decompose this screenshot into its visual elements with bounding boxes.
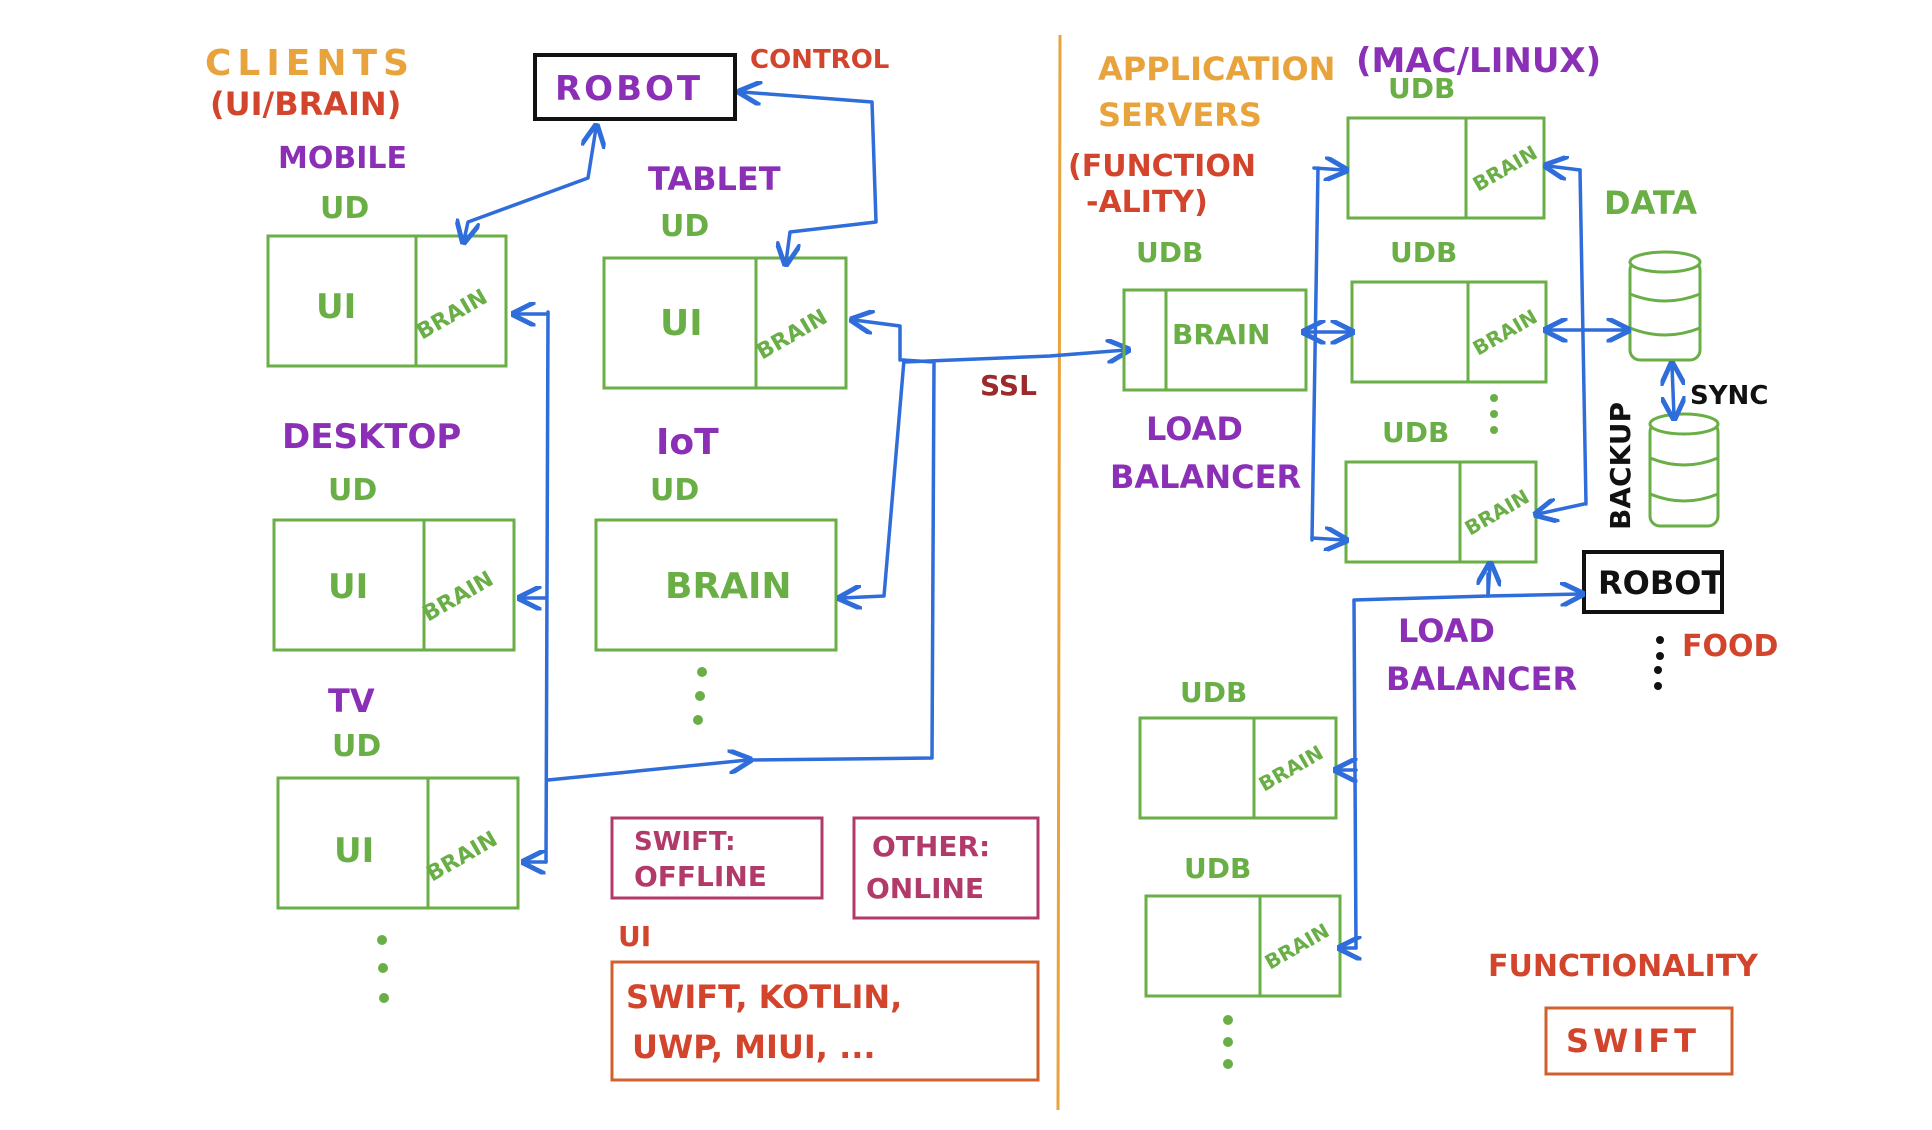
architecture-diagram: CLIENTS (UI/BRAIN) ROBOT CONTROL MOBILE … bbox=[205, 34, 1778, 1111]
lb1-bus bbox=[1310, 166, 1320, 542]
udb5-brain-label: BRAIN bbox=[1261, 918, 1334, 974]
udb3-label: UDB bbox=[1382, 416, 1449, 449]
other-online-line1: OTHER: bbox=[872, 830, 990, 863]
clients-more-dot bbox=[378, 963, 388, 973]
lb1-udb-label: UDB bbox=[1136, 236, 1203, 269]
iot-more-dot bbox=[693, 715, 703, 725]
ssl-arrow bbox=[902, 350, 1126, 362]
robot-label-top: ROBOT bbox=[555, 69, 703, 109]
swift-offline-line1: SWIFT: bbox=[634, 827, 736, 857]
right-bus bbox=[746, 358, 936, 762]
tv-ud-label: UD bbox=[332, 729, 381, 764]
iot-label: IoT bbox=[656, 422, 719, 463]
clients-more-dot bbox=[379, 993, 389, 1003]
iot-more-dot bbox=[697, 667, 707, 677]
udb-bottom-more-dot bbox=[1223, 1015, 1233, 1025]
servers-title-2: SERVERS bbox=[1098, 96, 1262, 134]
robot-more-dot bbox=[1654, 666, 1662, 674]
tablet-brain-label: BRAIN bbox=[753, 305, 832, 365]
sync-arrow bbox=[1672, 366, 1674, 416]
data-bus bbox=[1578, 168, 1588, 506]
section-divider bbox=[1056, 34, 1062, 1111]
mobile-ui-label: UI bbox=[316, 287, 356, 327]
desktop-ui-label: UI bbox=[328, 567, 368, 607]
tablet-label: TABLET bbox=[648, 160, 781, 198]
ssl-label: SSL bbox=[980, 369, 1037, 402]
food-dot bbox=[1656, 652, 1664, 660]
functionality-label: FUNCTIONALITY bbox=[1488, 949, 1759, 984]
ui-tech-line1: SWIFT, KOTLIN, bbox=[626, 978, 902, 1016]
sync-label: SYNC bbox=[1690, 381, 1768, 411]
desktop-brain-label: BRAIN bbox=[419, 567, 498, 627]
tablet-bus-arrow bbox=[854, 320, 902, 362]
udb1-data-arrow bbox=[1548, 166, 1582, 170]
tv-label: TV bbox=[328, 682, 375, 720]
mobile-robot-arrow bbox=[464, 128, 596, 240]
desktop-ud-label: UD bbox=[328, 473, 377, 508]
lb2-robot-arrow bbox=[1486, 594, 1580, 596]
bottom-bus-arrow bbox=[546, 760, 748, 782]
desktop-label: DESKTOP bbox=[282, 417, 461, 457]
tablet-ud-label: UD bbox=[660, 209, 709, 244]
servers-func-1: (FUNCTION bbox=[1068, 149, 1256, 184]
iot-brain-label: BRAIN bbox=[665, 566, 792, 607]
mobile-label: MOBILE bbox=[278, 141, 407, 176]
lb2-udb3-arrow bbox=[1488, 566, 1490, 598]
udb4-brain-label: BRAIN bbox=[1255, 740, 1328, 796]
udb1-label: UDB bbox=[1388, 72, 1455, 105]
ui-tech-label: UI bbox=[618, 920, 651, 953]
other-online-line2: ONLINE bbox=[866, 872, 984, 905]
food-label: FOOD bbox=[1682, 629, 1778, 664]
lb2-load-label: LOAD bbox=[1398, 612, 1495, 650]
udb3-brain-label: BRAIN bbox=[1461, 484, 1534, 540]
tv-brain-label: BRAIN bbox=[423, 827, 502, 887]
primary-database-icon bbox=[1628, 250, 1702, 362]
iot-bus-arrow bbox=[842, 358, 906, 598]
lb2-balancer-label: BALANCER bbox=[1386, 660, 1577, 698]
lb1-udb1-arrow bbox=[1312, 168, 1344, 170]
lb1-balancer-label: BALANCER bbox=[1110, 458, 1301, 496]
udb-bottom-more-dot bbox=[1223, 1059, 1233, 1069]
udb5-label: UDB bbox=[1184, 852, 1251, 885]
iot-more-dot bbox=[695, 691, 705, 701]
ui-tech-line2: UWP, MIUI, ... bbox=[632, 1028, 876, 1066]
lb1-load-label: LOAD bbox=[1146, 410, 1243, 448]
udb2-label: UDB bbox=[1390, 236, 1457, 269]
data-label: DATA bbox=[1604, 184, 1697, 222]
udb-more-dot bbox=[1490, 426, 1498, 434]
clients-title: CLIENTS bbox=[205, 43, 415, 84]
udb2-brain-label: BRAIN bbox=[1469, 304, 1542, 360]
mobile-ud-label: UD bbox=[320, 191, 369, 226]
clients-more-dot bbox=[377, 935, 387, 945]
tablet-ui-label: UI bbox=[660, 303, 703, 344]
clients-subtitle: (UI/BRAIN) bbox=[210, 85, 401, 123]
swift-offline-line2: OFFLINE bbox=[634, 860, 767, 893]
udb3-data-arrow bbox=[1538, 504, 1586, 514]
udb-more-dot bbox=[1490, 394, 1498, 402]
robot-label-right: ROBOT bbox=[1598, 564, 1723, 602]
functionality-swift-label: SWIFT bbox=[1566, 1022, 1700, 1060]
control-label: CONTROL bbox=[750, 45, 889, 75]
iot-ud-label: UD bbox=[650, 473, 699, 508]
robot-more-dot bbox=[1654, 682, 1662, 690]
udb-bottom-more-dot bbox=[1223, 1037, 1233, 1047]
tv-ui-label: UI bbox=[334, 831, 374, 871]
backup-database-icon bbox=[1648, 412, 1720, 528]
servers-func-2: -ALITY) bbox=[1086, 185, 1208, 220]
udb-more-dot bbox=[1490, 410, 1498, 418]
food-dot bbox=[1656, 636, 1664, 644]
lb1-udb3-arrow bbox=[1310, 538, 1344, 540]
lb1-brain-label: BRAIN bbox=[1172, 318, 1270, 351]
udb4-label: UDB bbox=[1180, 676, 1247, 709]
backup-label: BACKUP bbox=[1604, 402, 1637, 530]
servers-title-1: APPLICATION bbox=[1098, 50, 1335, 88]
mobile-brain-label: BRAIN bbox=[413, 285, 492, 345]
udb1-brain-label: BRAIN bbox=[1469, 140, 1542, 196]
